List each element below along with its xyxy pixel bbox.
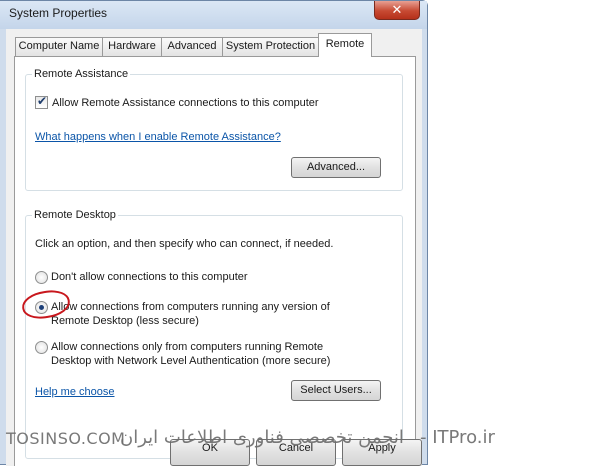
radio-allow-any-label-line2[interactable]: Remote Desktop (less secure): [51, 314, 199, 328]
watermark-left: TOSINSO.COM: [6, 429, 126, 448]
title-bar[interactable]: System Properties ✕: [0, 1, 427, 29]
close-button[interactable]: ✕: [374, 1, 420, 20]
tab-system-protection[interactable]: System Protection: [222, 37, 319, 56]
tab-label: Hardware: [108, 40, 156, 52]
tab-computer-name[interactable]: Computer Name: [15, 37, 103, 56]
system-properties-window: System Properties ✕ Computer Name Hardwa…: [0, 0, 428, 466]
remote-assistance-help-link[interactable]: What happens when I enable Remote Assist…: [35, 130, 281, 144]
group-label: Remote Desktop: [32, 209, 118, 221]
checkbox-label[interactable]: Allow Remote Assistance connections to t…: [52, 96, 319, 110]
close-icon: ✕: [391, 2, 403, 17]
advanced-button[interactable]: Advanced...: [291, 157, 381, 178]
radio-allow-nla-only[interactable]: [35, 341, 48, 354]
watermark: TOSINSO.COM انجمن تخصصی فناوری اطلاعات ا…: [0, 427, 614, 457]
window-title: System Properties: [9, 6, 108, 20]
radio-allow-any-label-line1[interactable]: Allow connections from computers running…: [51, 300, 330, 314]
radio-dont-allow[interactable]: [35, 271, 48, 284]
remote-assistance-group: Remote Assistance ✔ Allow Remote Assista…: [25, 68, 403, 191]
tab-label: Computer Name: [18, 40, 100, 52]
watermark-middle: انجمن تخصصی فناوری اطلاعات ایران: [120, 427, 404, 448]
radio-allow-nla-label-line1[interactable]: Allow connections only from computers ru…: [51, 340, 323, 354]
remote-desktop-group: Remote Desktop Click an option, and then…: [25, 209, 403, 459]
remote-desktop-instruction: Click an option, and then specify who ca…: [35, 238, 334, 250]
tab-remote[interactable]: Remote: [318, 33, 372, 57]
radio-allow-nla-label-line2[interactable]: Desktop with Network Level Authenticatio…: [51, 354, 330, 368]
remote-tab-panel: Remote Assistance ✔ Allow Remote Assista…: [14, 56, 416, 466]
help-me-choose-link[interactable]: Help me choose: [35, 385, 115, 399]
dialog-body: Computer Name Hardware Advanced System P…: [6, 29, 422, 466]
tab-label: Remote: [325, 38, 365, 50]
tab-advanced[interactable]: Advanced: [161, 37, 223, 56]
watermark-right: - ITPro.ir: [420, 427, 495, 448]
radio-dont-allow-label[interactable]: Don't allow connections to this computer: [51, 270, 248, 284]
tab-label: Advanced: [167, 40, 217, 52]
tab-label: System Protection: [225, 40, 316, 52]
group-label: Remote Assistance: [32, 68, 131, 80]
tab-hardware[interactable]: Hardware: [102, 37, 162, 56]
select-users-button[interactable]: Select Users...: [291, 380, 381, 401]
allow-remote-assistance-checkbox[interactable]: ✔: [35, 94, 48, 109]
checkmark-icon: ✔: [37, 94, 48, 108]
